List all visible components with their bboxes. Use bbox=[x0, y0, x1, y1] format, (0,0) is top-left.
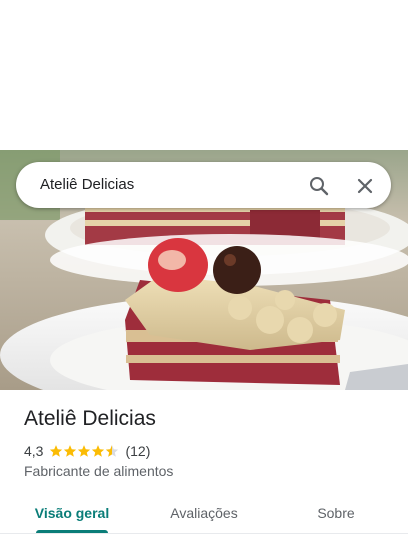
rating-row[interactable]: 4,3 (12) bbox=[24, 442, 150, 460]
tab-overview[interactable]: Visão geral bbox=[18, 492, 126, 534]
close-icon[interactable] bbox=[353, 174, 377, 198]
search-input[interactable]: Ateliê Delicias bbox=[40, 176, 134, 193]
top-blank-area bbox=[0, 0, 408, 150]
search-icon[interactable] bbox=[307, 174, 331, 198]
star-icon bbox=[64, 445, 77, 457]
rating-value: 4,3 bbox=[24, 443, 44, 459]
place-category[interactable]: Fabricante de alimentos bbox=[24, 463, 173, 479]
tab-reviews[interactable]: Avaliações bbox=[150, 492, 258, 534]
star-icon bbox=[92, 445, 105, 457]
star-icon bbox=[50, 445, 63, 457]
search-box[interactable]: Ateliê Delicias bbox=[16, 162, 391, 208]
tab-about[interactable]: Sobre bbox=[282, 492, 390, 534]
active-tab-indicator bbox=[36, 530, 108, 533]
place-title: Ateliê Delicias bbox=[24, 407, 156, 430]
half-star-icon bbox=[106, 445, 119, 457]
place-tabs: Visão geral Avaliações Sobre bbox=[0, 492, 408, 534]
rating-stars bbox=[49, 444, 119, 458]
review-count[interactable]: (12) bbox=[125, 443, 150, 459]
star-icon bbox=[78, 445, 91, 457]
